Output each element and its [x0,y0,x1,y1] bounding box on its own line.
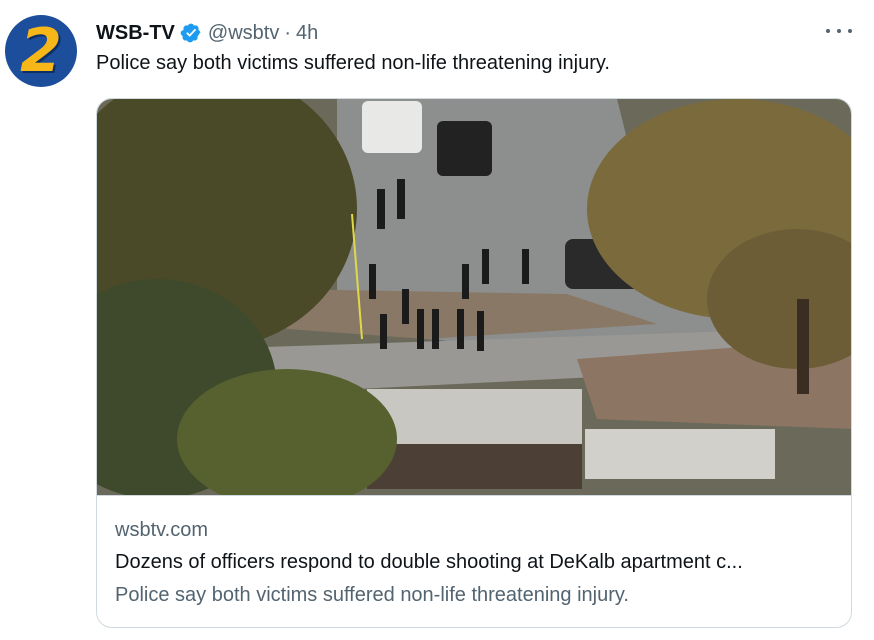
tweet-header: WSB-TV @wsbtv · 4h [96,19,318,47]
card-domain: wsbtv.com [115,519,208,541]
verified-badge-icon [180,23,201,43]
avatar[interactable]: 2 [5,15,77,87]
card-image [97,99,851,496]
card-title: Dozens of officers respond to double sho… [115,551,743,573]
card-description: Police say both victims suffered non-lif… [115,584,629,606]
link-card[interactable]: wsbtv.com Dozens of officers respond to … [96,98,852,628]
timestamp[interactable]: 4h [296,22,318,45]
avatar-logo: 2 [20,16,62,86]
handle[interactable]: @wsbtv [208,22,279,45]
display-name[interactable]: WSB-TV [96,22,175,45]
separator-dot: · [284,21,291,44]
more-horizontal-icon[interactable] [826,20,852,42]
tweet-text: Police say both victims suffered non-lif… [96,52,610,74]
